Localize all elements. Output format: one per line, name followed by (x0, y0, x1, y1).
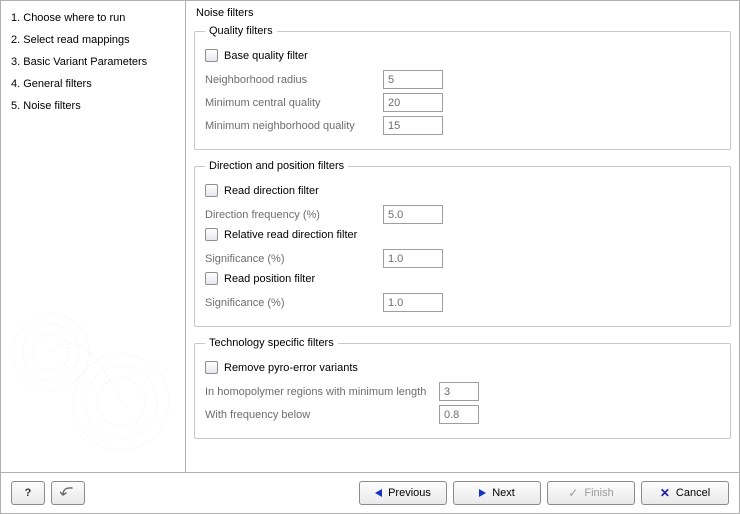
read-direction-filter-checkbox[interactable] (205, 184, 218, 197)
next-button[interactable]: Next (453, 481, 541, 505)
step-item-1[interactable]: 1. Choose where to run (5, 7, 181, 29)
quality-filters-legend: Quality filters (205, 25, 277, 37)
cancel-label: Cancel (676, 487, 710, 499)
neighborhood-radius-label: Neighborhood radius (205, 74, 377, 86)
frequency-below-label: With frequency below (205, 409, 433, 421)
significance1-row: Significance (%) (205, 249, 720, 268)
neighborhood-radius-row: Neighborhood radius (205, 70, 720, 89)
help-icon: ? (25, 487, 32, 499)
homopolymer-min-length-input[interactable] (439, 382, 479, 401)
step-number: 1. (11, 12, 20, 24)
min-central-quality-input[interactable] (383, 93, 443, 112)
arrow-right-icon (479, 489, 486, 497)
read-direction-filter-row: Read direction filter (205, 184, 720, 197)
read-position-filter-row: Read position filter (205, 272, 720, 285)
wizard-window: 1. Choose where to run 2. Select read ma… (0, 0, 740, 514)
step-label: Noise filters (23, 100, 80, 112)
wizard-content: Noise filters Quality filters Base quali… (186, 1, 739, 472)
step-label: General filters (23, 78, 91, 90)
min-neighborhood-quality-label: Minimum neighborhood quality (205, 120, 377, 132)
relative-read-direction-filter-checkbox[interactable] (205, 228, 218, 241)
significance1-input[interactable] (383, 249, 443, 268)
significance2-row: Significance (%) (205, 293, 720, 312)
technology-filters-group: Technology specific filters Remove pyro-… (194, 337, 731, 439)
base-quality-filter-label: Base quality filter (224, 50, 308, 62)
wizard-footer: ? Previous Next ✓ Finish ✕ Cancel (1, 472, 739, 513)
previous-button[interactable]: Previous (359, 481, 447, 505)
read-position-filter-checkbox[interactable] (205, 272, 218, 285)
reset-button[interactable] (51, 481, 85, 505)
finish-label: Finish (584, 487, 613, 499)
step-item-2[interactable]: 2. Select read mappings (5, 29, 181, 51)
help-button[interactable]: ? (11, 481, 45, 505)
read-direction-filter-label: Read direction filter (224, 185, 319, 197)
homopolymer-min-length-row: In homopolymer regions with minimum leng… (205, 382, 720, 401)
direction-frequency-row: Direction frequency (%) (205, 205, 720, 224)
relative-read-direction-filter-row: Relative read direction filter (205, 228, 720, 241)
base-quality-filter-checkbox[interactable] (205, 49, 218, 62)
technology-filters-legend: Technology specific filters (205, 337, 338, 349)
quality-filters-group: Quality filters Base quality filter Neig… (194, 25, 731, 150)
step-item-5[interactable]: 5. Noise filters (5, 95, 181, 117)
step-item-4[interactable]: 4. General filters (5, 73, 181, 95)
step-label: Choose where to run (23, 12, 125, 24)
min-central-quality-label: Minimum central quality (205, 97, 377, 109)
sidebar-decoration-icon (1, 282, 186, 472)
finish-button[interactable]: ✓ Finish (547, 481, 635, 505)
neighborhood-radius-input[interactable] (383, 70, 443, 89)
step-number: 3. (11, 56, 20, 68)
homopolymer-min-length-label: In homopolymer regions with minimum leng… (205, 386, 433, 398)
step-label: Basic Variant Parameters (23, 56, 147, 68)
step-number: 5. (11, 100, 20, 112)
min-neighborhood-quality-input[interactable] (383, 116, 443, 135)
significance2-label: Significance (%) (205, 297, 377, 309)
remove-pyro-error-checkbox[interactable] (205, 361, 218, 374)
min-central-quality-row: Minimum central quality (205, 93, 720, 112)
remove-pyro-error-row: Remove pyro-error variants (205, 361, 720, 374)
close-icon: ✕ (660, 486, 670, 500)
previous-label: Previous (388, 487, 431, 499)
direction-position-filters-legend: Direction and position filters (205, 160, 348, 172)
undo-arrow-icon (60, 486, 76, 500)
base-quality-filter-row: Base quality filter (205, 49, 720, 62)
wizard-sidebar: 1. Choose where to run 2. Select read ma… (1, 1, 186, 472)
step-label: Select read mappings (23, 34, 129, 46)
frequency-below-row: With frequency below (205, 405, 720, 424)
step-item-3[interactable]: 3. Basic Variant Parameters (5, 51, 181, 73)
page-title: Noise filters (194, 5, 731, 25)
remove-pyro-error-label: Remove pyro-error variants (224, 362, 358, 374)
significance1-label: Significance (%) (205, 253, 377, 265)
check-icon: ✓ (568, 486, 578, 500)
relative-read-direction-filter-label: Relative read direction filter (224, 229, 357, 241)
arrow-left-icon (375, 489, 382, 497)
frequency-below-input[interactable] (439, 405, 479, 424)
significance2-input[interactable] (383, 293, 443, 312)
step-number: 2. (11, 34, 20, 46)
read-position-filter-label: Read position filter (224, 273, 315, 285)
step-number: 4. (11, 78, 20, 90)
next-label: Next (492, 487, 515, 499)
cancel-button[interactable]: ✕ Cancel (641, 481, 729, 505)
direction-frequency-input[interactable] (383, 205, 443, 224)
main-area: 1. Choose where to run 2. Select read ma… (1, 1, 739, 472)
direction-frequency-label: Direction frequency (%) (205, 209, 377, 221)
direction-position-filters-group: Direction and position filters Read dire… (194, 160, 731, 327)
min-neighborhood-quality-row: Minimum neighborhood quality (205, 116, 720, 135)
